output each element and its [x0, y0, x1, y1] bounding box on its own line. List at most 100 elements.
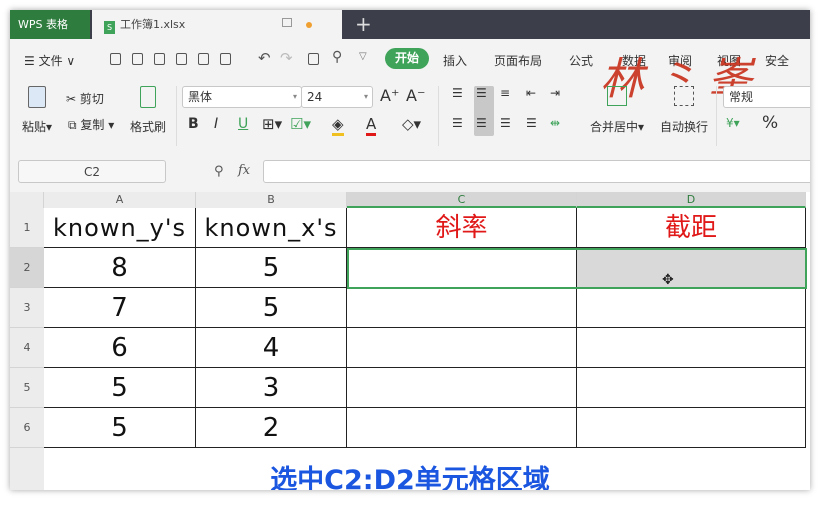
font-color-icon[interactable]: A: [366, 115, 377, 136]
row-header-3[interactable]: 3: [10, 288, 44, 328]
font-size-select[interactable]: 24 ▾: [301, 86, 373, 108]
underline-button[interactable]: U: [238, 116, 248, 132]
cell-c1[interactable]: 斜率: [347, 208, 577, 248]
align-bottom-icon[interactable]: ≡: [500, 86, 510, 100]
number-format-select[interactable]: 常规: [723, 86, 810, 108]
merge-center-button[interactable]: 合并居中▾: [590, 118, 644, 135]
monitor-icon[interactable]: [282, 18, 292, 27]
formula-input[interactable]: [263, 160, 810, 183]
tab-security[interactable]: 安全: [765, 52, 789, 69]
font-size: 24: [307, 90, 323, 104]
search-icon[interactable]: ⚲: [332, 49, 342, 65]
format-painter-button[interactable]: 格式刷: [130, 118, 166, 135]
zoom-icon[interactable]: ⚲: [214, 164, 224, 179]
cell-b3[interactable]: 5: [196, 288, 347, 328]
increase-font-icon[interactable]: A⁺: [380, 86, 399, 105]
row-header-5[interactable]: 5: [10, 368, 44, 408]
cell-a3[interactable]: 7: [44, 288, 196, 328]
distribute-icon[interactable]: ⇹: [550, 116, 560, 130]
row-header-1[interactable]: 1: [10, 208, 44, 248]
cell-a6[interactable]: 5: [44, 408, 196, 448]
name-box[interactable]: C2: [18, 160, 166, 183]
cell-d5[interactable]: [577, 368, 806, 408]
spreadsheet-grid: A B C D 1 2 3 4 5 6 known_y's known_x's …: [10, 192, 810, 490]
redo-icon[interactable]: ↷: [280, 49, 293, 67]
column-header-d[interactable]: D: [577, 192, 806, 208]
cell-b4[interactable]: 4: [196, 328, 347, 368]
fx-icon[interactable]: fx: [238, 163, 250, 178]
cell-d4[interactable]: [577, 328, 806, 368]
tab-formulas[interactable]: 公式: [569, 52, 593, 69]
undo-icon[interactable]: ↶: [258, 49, 271, 67]
outdent-icon[interactable]: ⇤: [526, 86, 536, 100]
new-tab-button[interactable]: +: [355, 12, 372, 36]
paste-button[interactable]: 粘贴▾: [22, 118, 52, 135]
cell-d6[interactable]: [577, 408, 806, 448]
align-middle-icon[interactable]: ☰: [476, 86, 487, 100]
app-tab[interactable]: WPS 表格: [10, 10, 90, 39]
tab-insert[interactable]: 插入: [443, 52, 467, 69]
cell-b1[interactable]: known_x's: [196, 208, 347, 248]
align-center-icon[interactable]: ☰: [476, 116, 487, 130]
unsaved-dot-icon: [306, 22, 312, 28]
indent-icon[interactable]: ⇥: [550, 86, 560, 100]
cell-b2[interactable]: 5: [196, 248, 347, 288]
font-name: 黑体: [188, 90, 213, 104]
cell-a2[interactable]: 8: [44, 248, 196, 288]
fill-color-icon[interactable]: ◈: [332, 115, 344, 136]
row-header-2[interactable]: 2: [10, 248, 44, 288]
copy-button[interactable]: ⧉ 复制 ▾: [68, 116, 114, 133]
cell-c5[interactable]: [347, 368, 577, 408]
currency-button[interactable]: ¥▾: [726, 116, 740, 130]
cell-a1[interactable]: known_y's: [44, 208, 196, 248]
cell-d1[interactable]: 截距: [577, 208, 806, 248]
tab-page-layout[interactable]: 页面布局: [494, 52, 542, 69]
column-header-c[interactable]: C: [347, 192, 577, 208]
wrap-text-icon[interactable]: [674, 86, 694, 106]
caption-text: 选中C2:D2单元格区域: [270, 465, 550, 490]
font-name-select[interactable]: 黑体 ▾: [182, 86, 302, 108]
bold-button[interactable]: B: [188, 116, 199, 132]
justify-icon[interactable]: ☰: [526, 116, 537, 130]
align-top-icon[interactable]: ☰: [452, 86, 463, 100]
row-header-4[interactable]: 4: [10, 328, 44, 368]
print-preview-icon[interactable]: [198, 53, 209, 65]
merge-center-icon[interactable]: [607, 86, 627, 106]
format-painter-icon[interactable]: [140, 86, 156, 108]
new-icon[interactable]: [110, 53, 121, 65]
tab-home[interactable]: 开始: [385, 48, 429, 69]
row-header-6[interactable]: 6: [10, 408, 44, 448]
cut-button[interactable]: ✂ 剪切: [66, 90, 104, 107]
file-menu[interactable]: ☰ 文件 ∨: [24, 52, 75, 69]
clear-icon[interactable]: ◇▾: [402, 115, 421, 133]
more-icon[interactable]: ▽: [359, 51, 367, 62]
decrease-font-icon[interactable]: A⁻: [406, 86, 425, 105]
cell-b6[interactable]: 2: [196, 408, 347, 448]
cell-c6[interactable]: [347, 408, 577, 448]
align-right-icon[interactable]: ☰: [500, 116, 511, 130]
column-header-b[interactable]: B: [196, 192, 347, 208]
cell-a4[interactable]: 6: [44, 328, 196, 368]
document-tab[interactable]: S 工作簿1.xlsx: [92, 10, 342, 39]
pdf-icon[interactable]: [308, 53, 319, 65]
preview-icon[interactable]: [220, 53, 231, 65]
border-icon[interactable]: ⊞▾: [262, 115, 282, 133]
cell-d3[interactable]: [577, 288, 806, 328]
open-icon[interactable]: [132, 53, 143, 65]
column-header-a[interactable]: A: [44, 192, 196, 208]
cell-b5[interactable]: 3: [196, 368, 347, 408]
wrap-text-button[interactable]: 自动换行: [660, 118, 708, 135]
select-all-corner[interactable]: [10, 192, 44, 208]
align-left-icon[interactable]: ☰: [452, 116, 463, 130]
italic-button[interactable]: I: [214, 116, 218, 132]
save-icon[interactable]: [154, 53, 165, 65]
cell-style-icon[interactable]: ☑▾: [290, 115, 311, 133]
divider: [716, 86, 717, 146]
print-icon[interactable]: [176, 53, 187, 65]
cell-c3[interactable]: [347, 288, 577, 328]
cell-a5[interactable]: 5: [44, 368, 196, 408]
wps-window: WPS 表格 S 工作簿1.xlsx + ☰ 文件 ∨ ↶ ↷ ⚲ ▽ 开始 插入…: [10, 10, 810, 490]
paste-icon[interactable]: [28, 86, 46, 108]
cell-c4[interactable]: [347, 328, 577, 368]
percent-button[interactable]: %: [762, 113, 778, 133]
